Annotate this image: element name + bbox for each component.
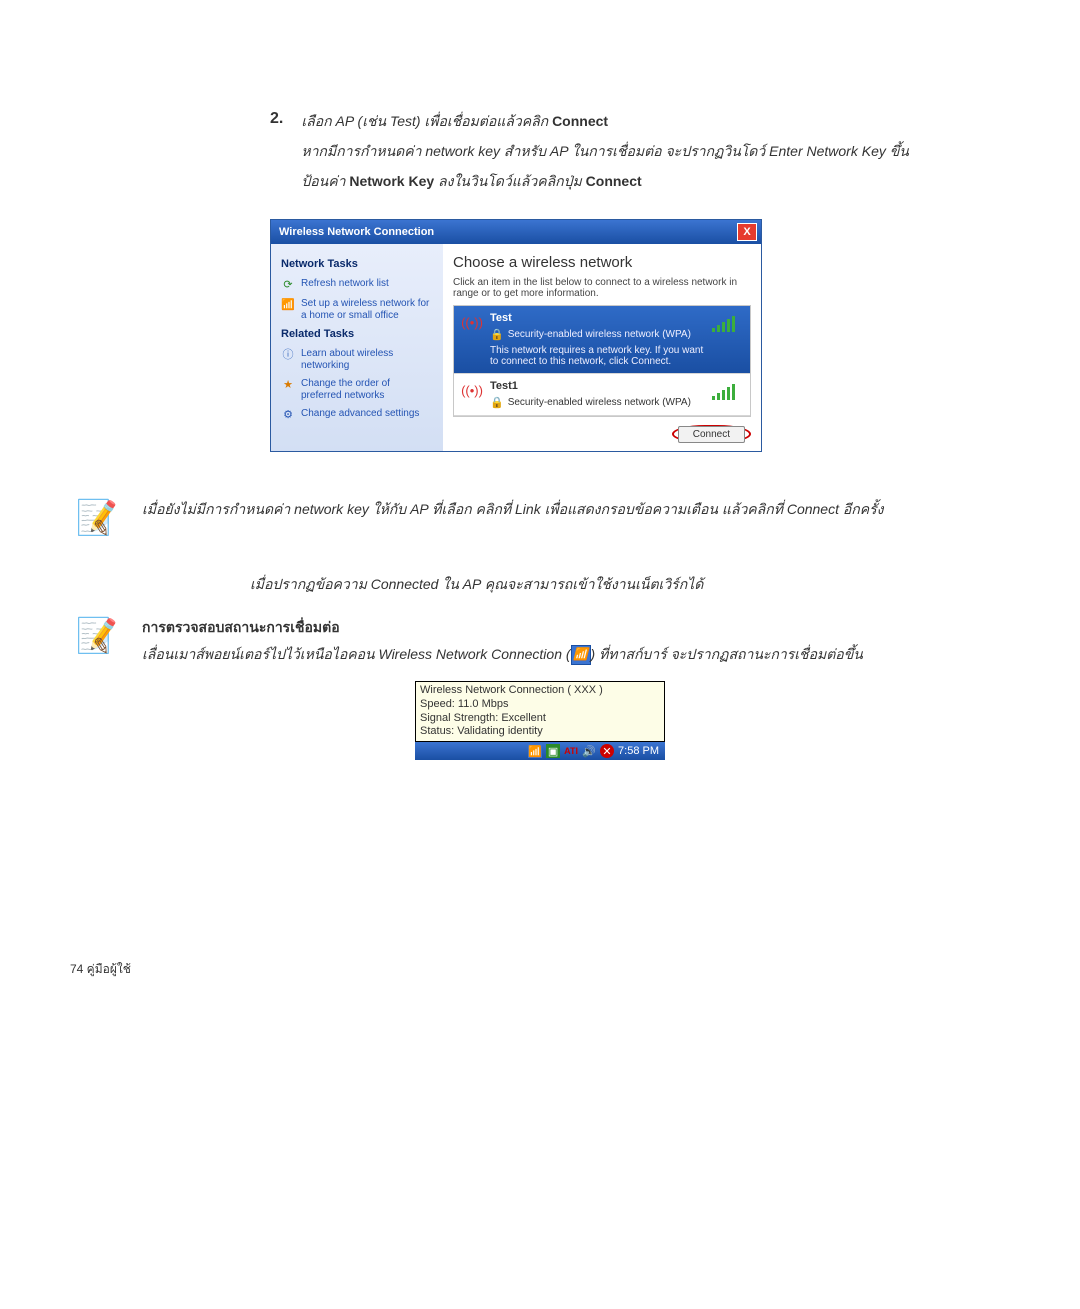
close-icon[interactable]: X — [737, 223, 757, 241]
pencil-icon: ✎ — [89, 515, 112, 544]
refresh-icon: ⟳ — [281, 278, 295, 292]
note2-title: การตรวจสอบสถานะการเชื่อมต่อ — [142, 616, 863, 638]
network-list: ((•)) Test 🔒Security-enabled wireless ne… — [453, 305, 751, 417]
taskbar: 📶 ▣ ATI 🔊 ✕ 7:58 PM — [415, 742, 665, 760]
main-panel: Choose a wireless network Click an item … — [443, 244, 761, 451]
lock-icon: 🔒 — [490, 328, 504, 341]
setup-icon: 📶 — [281, 298, 295, 312]
ssid-label: Test1 — [490, 380, 704, 392]
tooltip-line3: Signal Strength: Excellent — [420, 712, 660, 726]
gear-icon: ⚙ — [281, 408, 295, 422]
sidebar-order-link[interactable]: ★ Change the order of preferred networks — [281, 378, 433, 402]
sidebar-section-relatedtasks: Related Tasks — [281, 328, 433, 340]
page-footer: 74 คู่มือผู้ใช้ — [70, 960, 1010, 979]
connected-line: เมื่อปรากฏข้อความ Connected ใน AP คุณจะส… — [250, 574, 1010, 596]
antenna-icon: ((•)) — [462, 312, 482, 332]
network-item-test1[interactable]: ((•)) Test1 🔒Security-enabled wireless n… — [454, 374, 750, 416]
note-icon: 📝✎ — [76, 498, 118, 538]
note-icon: 📝✎ — [76, 616, 118, 656]
antenna-icon: ((•)) — [462, 380, 482, 400]
wireless-tray-icon: 📶 — [571, 645, 591, 665]
highlight-circle: Connect — [672, 425, 751, 443]
sidebar-section-networktasks: Network Tasks — [281, 258, 433, 270]
security-tray-icon[interactable]: ✕ — [600, 744, 614, 758]
step-line3: ป้อนค่า Network Key ลงในวินโดว์แล้วคลิกป… — [301, 170, 909, 194]
lock-icon: 🔒 — [490, 396, 504, 409]
sidebar-refresh-link[interactable]: ⟳ Refresh network list — [281, 278, 433, 292]
tooltip: Wireless Network Connection ( XXX ) Spee… — [415, 681, 665, 742]
sidebar-advanced-link[interactable]: ⚙ Change advanced settings — [281, 408, 433, 422]
tooltip-line4: Status: Validating identity — [420, 725, 660, 739]
sound-tray-icon[interactable]: 🔊 — [582, 744, 596, 758]
info-icon: ⓘ — [281, 348, 295, 362]
wireless-window: Wireless Network Connection X Network Ta… — [270, 219, 762, 452]
network-item-test[interactable]: ((•)) Test 🔒Security-enabled wireless ne… — [454, 306, 750, 374]
wireless-tray-icon[interactable]: 📶 — [528, 744, 542, 758]
clock: 7:58 PM — [618, 745, 659, 757]
signal-icon — [712, 384, 742, 402]
star-icon: ★ — [281, 378, 295, 392]
sidebar-setup-link[interactable]: 📶 Set up a wireless network for a home o… — [281, 298, 433, 322]
connect-button[interactable]: Connect — [678, 426, 745, 443]
main-heading: Choose a wireless network — [453, 254, 751, 271]
window-title: Wireless Network Connection — [279, 226, 434, 238]
ssid-label: Test — [490, 312, 704, 324]
main-subtext: Click an item in the list below to conne… — [453, 277, 751, 299]
signal-icon — [712, 316, 742, 334]
sidebar: Network Tasks ⟳ Refresh network list 📶 S… — [271, 244, 443, 451]
step-line1: เลือก AP (เช่น Test) เพื่อเชื่อมต่อแล้วค… — [301, 110, 909, 134]
tooltip-line2: Speed: 11.0 Mbps — [420, 698, 660, 712]
network-tray-icon[interactable]: ▣ — [546, 744, 560, 758]
window-titlebar: Wireless Network Connection X — [271, 220, 761, 244]
sidebar-learn-link[interactable]: ⓘ Learn about wireless networking — [281, 348, 433, 372]
note1-text: เมื่อยังไม่มีการกำหนดค่า network key ให้… — [142, 498, 883, 520]
pencil-icon: ✎ — [89, 633, 112, 662]
step-number: 2. — [270, 110, 283, 199]
network-hint: This network requires a network key. If … — [490, 345, 704, 367]
ati-tray-icon[interactable]: ATI — [564, 744, 578, 758]
step-line2: หากมีการกำหนดค่า network key สำหรับ AP ใ… — [301, 140, 909, 164]
note2-body: เลื่อนเมาส์พอยน์เตอร์ไปไว้เหนือไอคอน Wir… — [142, 643, 863, 665]
tooltip-line1: Wireless Network Connection ( XXX ) — [420, 684, 660, 698]
